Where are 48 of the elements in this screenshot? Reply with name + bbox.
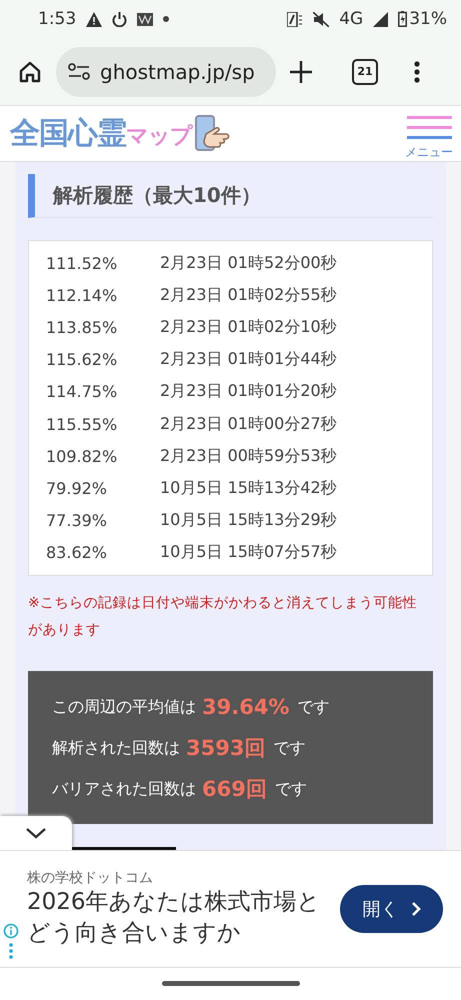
- history-value: 79.92%: [46, 478, 108, 498]
- history-time: 2月23日 01時52分00秒: [160, 252, 337, 274]
- site-settings-icon: [68, 62, 90, 80]
- history-value: 77.39%: [46, 511, 108, 530]
- battery-icon: [398, 11, 408, 27]
- history-time: 10月5日 15時13分29秒: [160, 510, 337, 532]
- more-icon[interactable]: [414, 60, 420, 82]
- history-value: 111.52%: [46, 254, 118, 273]
- history-time: 2月23日 01時01分44秒: [160, 349, 337, 370]
- status-time: 1:53: [38, 9, 76, 29]
- power-icon: [112, 12, 128, 26]
- battery-level: 31%: [409, 9, 447, 29]
- warning-note: ※こちらの記録は日付や端末がかわると消えてしまう可能性があります: [28, 594, 418, 640]
- history-time: 10月5日 15時07分57秒: [160, 542, 337, 564]
- nfc-icon: [287, 12, 304, 26]
- phone-tap-icon: [192, 114, 232, 154]
- history-time: 2月23日 01時00分27秒: [160, 414, 337, 435]
- history-value: 83.62%: [46, 543, 108, 562]
- history-value: 115.55%: [46, 414, 118, 434]
- dot-icon: [163, 16, 170, 22]
- address-bar[interactable]: ghostmap.jp/sp: [56, 46, 276, 96]
- history-time: 10月5日 15時13分42秒: [160, 478, 337, 499]
- home-icon[interactable]: [18, 60, 42, 84]
- history-value: 109.82%: [46, 446, 118, 466]
- history-value: 114.75%: [46, 382, 118, 402]
- history-value: 112.14%: [46, 286, 118, 305]
- chevron-down-icon: [25, 827, 47, 839]
- history-time: 2月23日 01時02分10秒: [160, 316, 337, 338]
- section-heading: 解析履歴（最大10件）: [28, 174, 433, 218]
- chevron-right-icon: [410, 901, 420, 917]
- network-type: 4G: [339, 9, 364, 29]
- home-indicator[interactable]: [162, 980, 300, 986]
- history-value: 113.85%: [46, 318, 118, 337]
- warning-icon: [86, 12, 102, 26]
- tab-count-button[interactable]: 21: [352, 58, 378, 84]
- signal-icon: [373, 12, 388, 26]
- menu-button[interactable]: メニュー: [405, 106, 453, 161]
- open-button[interactable]: 開く: [340, 885, 443, 933]
- history-time: 2月23日 01時02分55秒: [160, 284, 337, 306]
- app-notification-icon: [137, 12, 154, 26]
- mute-icon: [313, 12, 330, 26]
- history-value: 115.62%: [46, 350, 118, 370]
- advertiser-name: 株の学校ドットコム: [27, 869, 154, 887]
- history-time: 2月23日 01時01分20秒: [160, 381, 337, 402]
- history-time: 2月23日 00時59分53秒: [160, 446, 337, 467]
- plus-icon[interactable]: [290, 60, 312, 82]
- collapse-tab[interactable]: [0, 816, 72, 850]
- ad-headline[interactable]: 2026年あなたは株式市場とどう向き合いますか: [27, 887, 327, 949]
